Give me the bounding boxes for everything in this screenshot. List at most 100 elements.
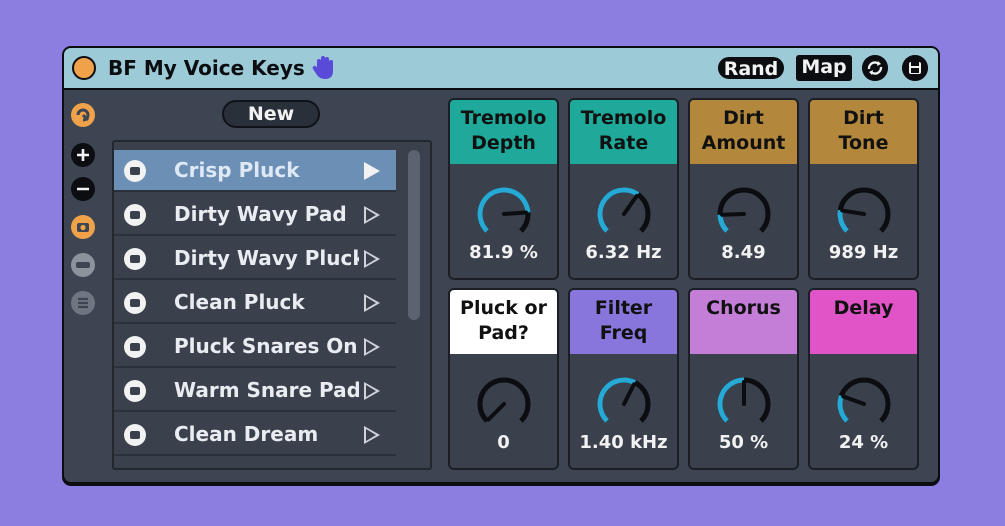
hand-icon[interactable] [310,54,338,82]
preset-name: Dirty Wavy Pad [174,202,347,226]
knob-label-line: Pluck or [460,297,547,319]
sync-icon[interactable] [862,55,888,81]
map-button[interactable]: Map [796,55,852,81]
knob-dial[interactable] [832,182,896,246]
minus-icon[interactable] [70,176,96,202]
knob-value-arc [477,187,531,233]
preset-name: Don't Worry Pluck [174,466,359,468]
knob-label-line: Dirt [723,107,764,129]
knob-label: Tremolo Depth [450,100,557,164]
preset-row[interactable]: Pluck Snares On [114,326,396,368]
knob-value-arc [837,209,849,233]
knob-cell: Dirt Tone 989 Hz [808,98,919,280]
knob-value: 24 % [838,432,889,453]
preset-camera-icon [124,424,146,446]
play-icon[interactable] [364,426,380,444]
preset-camera-icon [124,248,146,270]
knob-cell: Tremolo Rate 6.32 Hz [568,98,679,280]
knob-value-arc [597,187,640,233]
knob-label-line: Delay [833,297,894,319]
knob-track [477,377,531,423]
knob-label: Filter Freq [570,290,677,354]
play-icon[interactable] [364,338,380,356]
preset-row[interactable]: Dirty Wavy Pad [114,194,396,236]
list-icon[interactable] [70,290,96,316]
knob-label-line: Chorus [706,297,781,319]
knob-needle [840,208,866,216]
knob-label: Dirt Tone [810,100,917,164]
play-icon[interactable] [364,294,380,312]
knob-dial[interactable] [592,182,656,246]
knob-label-line: Dirt [843,107,884,129]
refresh-icon[interactable] [70,102,96,128]
preset-camera-icon [124,204,146,226]
play-icon[interactable] [364,162,380,180]
plus-icon[interactable] [70,142,96,168]
knob-value: 0 [497,432,510,453]
knob-needle [622,382,636,406]
preset-camera-icon [124,468,146,470]
knob-value: 81.9 % [469,242,538,263]
knob-label: Chorus [690,290,797,354]
knob-label: Dirt Amount [690,100,797,164]
play-icon[interactable] [364,382,380,400]
knob-needle [720,212,746,217]
knob-label-line: Tremolo [580,107,667,129]
knob-value: 1.40 kHz [579,432,668,453]
new-preset-button[interactable]: New [222,100,320,128]
knob-dial[interactable] [712,182,776,246]
preset-camera-icon [124,336,146,358]
knob-label-line: Filter [594,297,653,319]
knob-label: Tremolo Rate [570,100,677,164]
preset-list: Crisp Pluck Dirty Wavy Pad Dirty Wavy Pluc… [112,140,432,470]
preset-name: Clean Dream [174,422,319,446]
knob-value: 50 % [718,432,769,453]
preset-row[interactable]: Dirty Wavy Pluck [114,238,396,280]
preset-camera-icon [124,160,146,182]
knob-dial[interactable] [712,372,776,436]
knob-needle [841,394,866,406]
knob-label-line: Tone [838,132,889,154]
knob-cell: Pluck or Pad? 0 [448,288,559,470]
play-icon[interactable] [364,250,380,268]
knob-track [717,187,771,233]
knob-dial[interactable] [472,372,536,436]
knob-value: 989 Hz [828,242,899,263]
preset-camera-icon [124,380,146,402]
preset-row[interactable]: Clean Pluck [114,282,396,324]
rand-button[interactable]: Rand [716,55,786,81]
stop-icon[interactable] [70,252,96,278]
preset-row[interactable]: Warm Snare Pad [114,370,396,412]
knob-value: 6.32 Hz [585,242,662,263]
knob-value-arc [717,214,729,233]
preset-row[interactable]: Crisp Pluck [114,150,396,192]
knob-needle [622,194,639,216]
device-panel: BF My Voice Keys Rand Map New Crisp Pluc… [62,46,940,484]
knob-cell: Dirt Amount 8.49 [688,98,799,280]
preset-name: Dirty Wavy Pluck [174,246,359,270]
save-icon[interactable] [902,55,928,81]
knob-dial[interactable] [472,182,536,246]
preset-name: Clean Pluck [174,290,305,314]
camera-icon[interactable] [70,214,96,240]
knob-label-line: Depth [471,132,536,154]
preset-row[interactable]: Don't Worry Pluck [114,458,396,470]
knob-label-line: Rate [598,132,649,154]
knob-cell: Tremolo Depth 81.9 % [448,98,559,280]
knob-label-line: Tremolo [460,107,547,129]
preset-scrollbar[interactable] [408,150,420,320]
knob-cell: Delay 24 % [808,288,919,470]
preset-row[interactable]: Clean Dream [114,414,396,456]
preset-name: Crisp Pluck [174,158,300,182]
knob-dial[interactable] [832,372,896,436]
knob-track [837,377,891,423]
title-bar: BF My Voice Keys Rand Map [64,48,938,90]
knob-label-line: Pad? [478,322,529,344]
preset-name: Warm Snare Pad [174,378,359,402]
knob-needle [502,210,528,216]
power-icon[interactable] [72,56,96,80]
knob-dial[interactable] [592,372,656,436]
knob-label: Pluck or Pad? [450,290,557,354]
play-icon[interactable] [364,206,380,224]
knob-value-arc [717,377,745,423]
